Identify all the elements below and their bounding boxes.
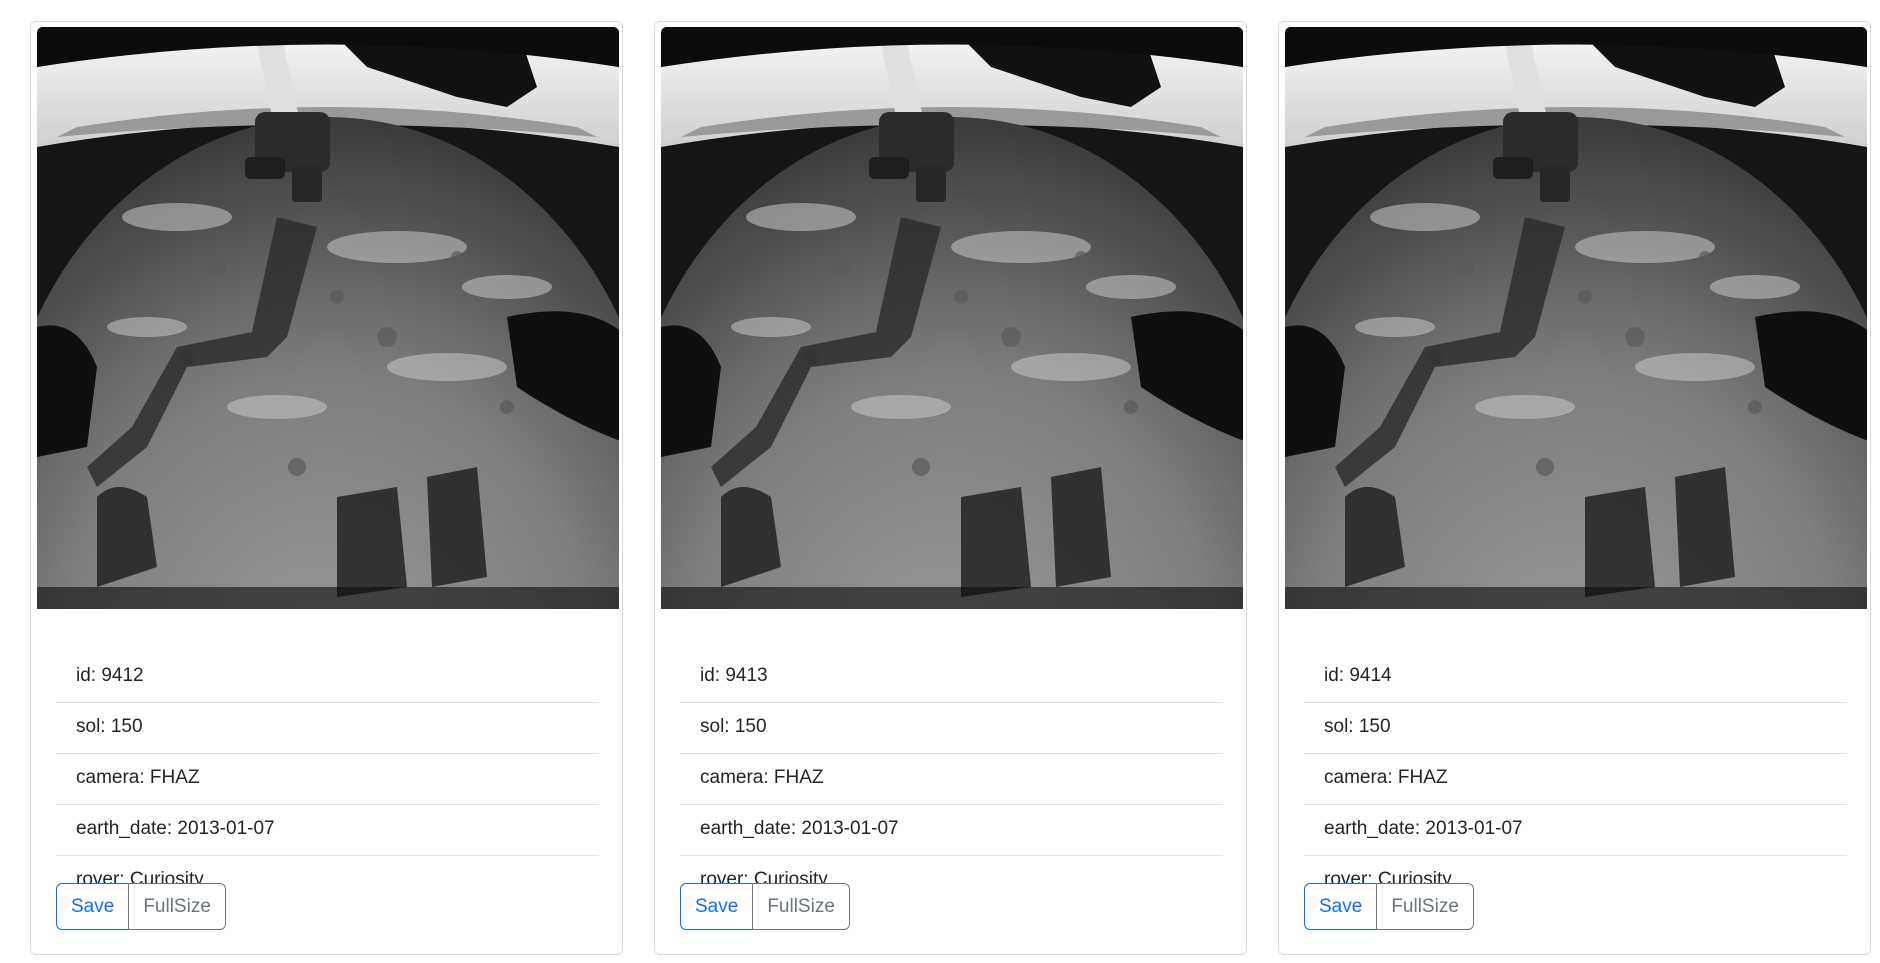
photo-sol: sol: 150 (680, 703, 1223, 754)
photo-earth-date: earth_date: 2013-01-07 (680, 805, 1223, 856)
rover-photo (37, 27, 619, 609)
photo-earth-date: earth_date: 2013-01-07 (1304, 805, 1847, 856)
fullsize-button[interactable]: FullSize (128, 883, 226, 930)
rover-photo-image (1285, 27, 1867, 609)
save-button[interactable]: Save (1304, 883, 1378, 930)
photo-actions: Save FullSize (680, 883, 850, 931)
save-button[interactable]: Save (56, 883, 130, 930)
photo-info-list: id: 9413 sol: 150 camera: FHAZ earth_dat… (680, 652, 1223, 907)
photo-info-list: id: 9412 sol: 150 camera: FHAZ earth_dat… (56, 652, 599, 907)
photo-card: id: 9413 sol: 150 camera: FHAZ earth_dat… (654, 21, 1247, 955)
photo-id: id: 9414 (1304, 652, 1847, 703)
photo-sol: sol: 150 (1304, 703, 1847, 754)
rover-photo-image (661, 27, 1243, 609)
photo-info-list: id: 9414 sol: 150 camera: FHAZ earth_dat… (1304, 652, 1847, 907)
photo-grid: id: 9412 sol: 150 camera: FHAZ earth_dat… (0, 0, 1880, 963)
photo-sol: sol: 150 (56, 703, 599, 754)
fullsize-button[interactable]: FullSize (752, 883, 850, 930)
photo-id: id: 9412 (56, 652, 599, 703)
photo-camera: camera: FHAZ (56, 754, 599, 805)
rover-photo-image (37, 27, 619, 609)
photo-card: id: 9414 sol: 150 camera: FHAZ earth_dat… (1278, 21, 1871, 955)
save-button[interactable]: Save (680, 883, 754, 930)
photo-earth-date: earth_date: 2013-01-07 (56, 805, 599, 856)
photo-camera: camera: FHAZ (680, 754, 1223, 805)
photo-id: id: 9413 (680, 652, 1223, 703)
photo-actions: Save FullSize (1304, 883, 1474, 931)
fullsize-button[interactable]: FullSize (1376, 883, 1474, 930)
rover-photo (1285, 27, 1867, 609)
photo-camera: camera: FHAZ (1304, 754, 1847, 805)
rover-photo (661, 27, 1243, 609)
photo-actions: Save FullSize (56, 883, 226, 931)
photo-card: id: 9412 sol: 150 camera: FHAZ earth_dat… (30, 21, 623, 955)
